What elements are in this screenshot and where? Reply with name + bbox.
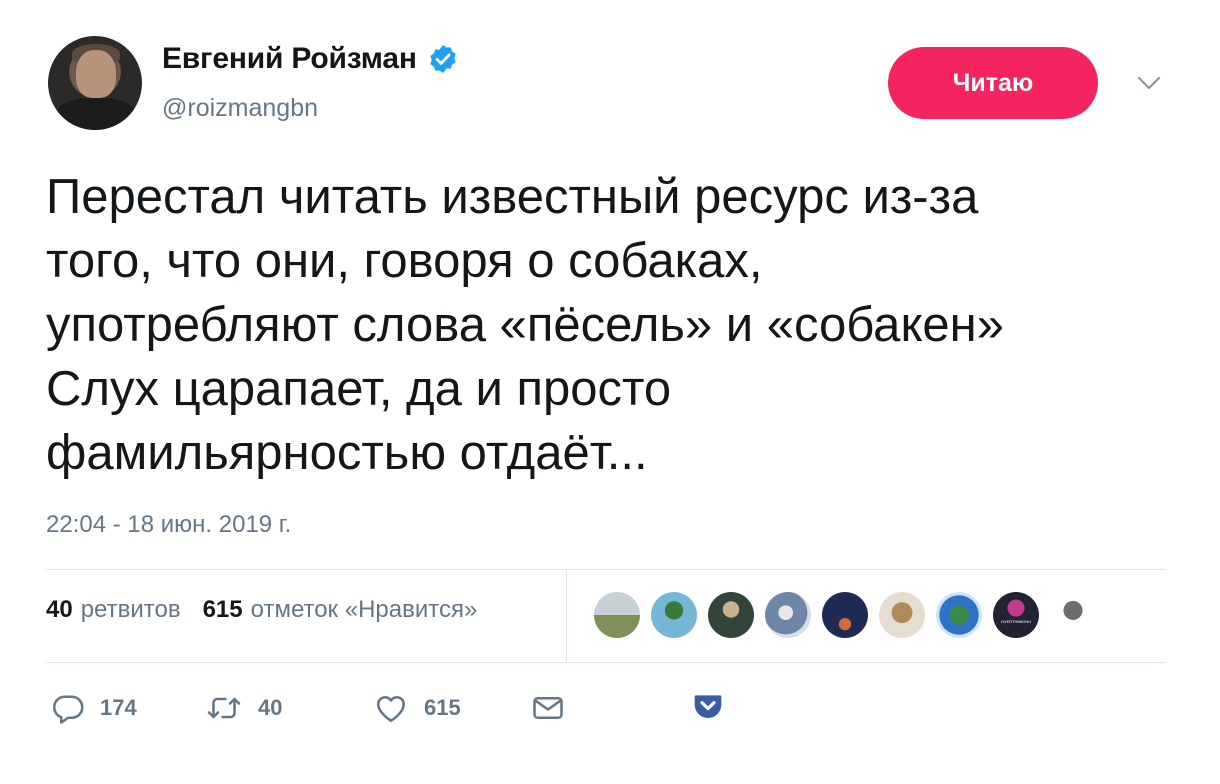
divider — [46, 662, 1166, 663]
likes-stat[interactable]: 615 отметок «Нравится» — [203, 596, 478, 624]
liker-avatar-cat[interactable] — [879, 592, 925, 638]
tweet-timestamp[interactable]: 22:04 - 18 июн. 2019 г. — [46, 511, 291, 539]
divider — [46, 569, 1166, 570]
liker-avatar-palm[interactable] — [651, 592, 697, 638]
likes-count: 615 — [202, 596, 243, 623]
reply-button[interactable]: 174 — [50, 690, 137, 726]
pocket-icon — [694, 695, 722, 718]
retweet-button[interactable]: 40 — [204, 690, 282, 726]
verified-badge-icon — [430, 45, 456, 73]
like-button[interactable]: 615 — [372, 690, 461, 726]
author-avatar[interactable] — [48, 36, 142, 130]
action-bar: 174 40 615 — [46, 690, 746, 730]
retweet-count: 40 — [258, 695, 283, 720]
envelope-icon — [533, 696, 563, 720]
author-handle[interactable]: @roizmangbn — [162, 94, 318, 123]
following-button[interactable]: Читаю — [888, 47, 1098, 119]
liker-avatar-statue[interactable] — [1050, 592, 1096, 638]
liker-avatars: OVERTHINKING — [594, 592, 1107, 638]
liker-avatar-globe[interactable] — [936, 592, 982, 638]
reply-count: 174 — [100, 695, 137, 720]
liker-avatar-illustration[interactable] — [765, 592, 811, 638]
retweets-label: ретвитов — [80, 596, 181, 623]
retweets-stat[interactable]: 40 ретвитов — [46, 596, 181, 624]
pocket-button[interactable] — [692, 690, 724, 722]
tweet-text: Перестал читать известный ресурс из-за т… — [46, 170, 1004, 480]
tweet-stats: 40 ретвитов 615 отметок «Нравится» — [46, 596, 499, 624]
chevron-down-icon[interactable] — [1136, 74, 1162, 92]
liker-avatar-field[interactable] — [594, 592, 640, 638]
author-name-row: Евгений Ройзман — [162, 42, 459, 76]
liker-avatar-caption: OVERTHINKING — [1000, 619, 1032, 624]
liker-avatar-city-night[interactable] — [822, 592, 868, 638]
retweets-count: 40 — [46, 596, 73, 623]
heart-icon — [376, 696, 406, 723]
stats-divider — [566, 570, 567, 662]
liker-avatar-overthinking[interactable]: OVERTHINKING — [993, 592, 1039, 638]
like-count: 615 — [424, 695, 461, 720]
reply-icon — [52, 695, 84, 724]
author-name[interactable]: Евгений Ройзман — [162, 42, 417, 76]
likes-label: отметок «Нравится» — [250, 596, 478, 623]
direct-message-button[interactable] — [530, 690, 566, 726]
liker-avatar-person[interactable] — [708, 592, 754, 638]
retweet-icon — [207, 697, 241, 719]
